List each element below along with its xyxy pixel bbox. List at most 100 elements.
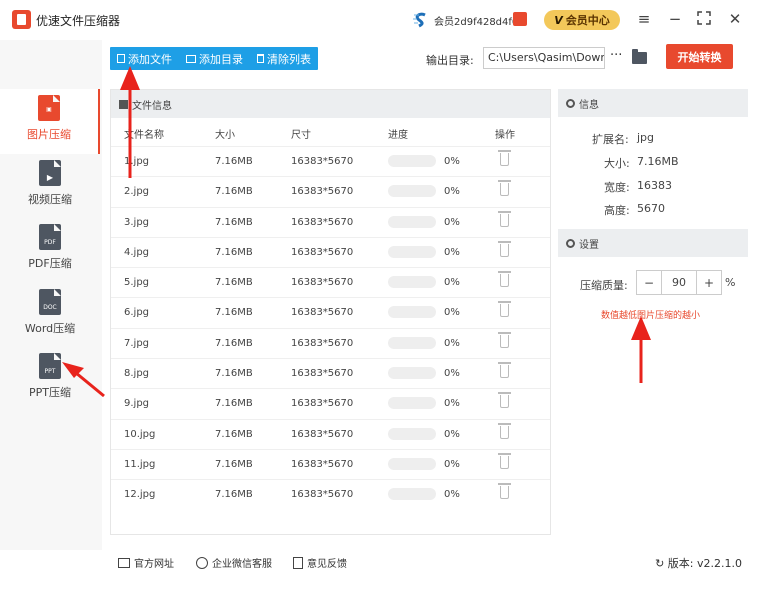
minimize-icon[interactable]: − (665, 9, 685, 29)
delete-icon[interactable] (498, 331, 511, 348)
progress-text: 0% (444, 307, 460, 319)
file-name: 8.jpg (124, 368, 150, 380)
quality-hint: 数值越低图片压缩的越小 (601, 311, 701, 321)
delete-icon[interactable] (498, 150, 511, 166)
pdf-doc-icon: PDF (39, 224, 61, 250)
table-header: 文件名称 大小 尺寸 进度 操作 (111, 118, 550, 146)
info-panel: 信息 扩展名: jpg 大小: 7.16MB 宽度: 16383 高度: 567… (558, 89, 748, 535)
table-row[interactable]: 12.jpg 7.16MB 16383*5670 0% (111, 479, 550, 509)
toolbar: 添加文件 添加目录 清除列表 输出目录: C:\Users\Qasim\Down… (108, 40, 748, 76)
progress-bar (388, 457, 436, 470)
table-row[interactable]: 8.jpg 7.16MB 16383*5670 0% (111, 358, 550, 388)
sidebar-item-image[interactable]: ▣ 图片压缩 (0, 89, 100, 154)
table-row[interactable]: 1.jpg 7.16MB 16383*5670 0% (111, 146, 550, 176)
version-info[interactable]: ↻ 版本: v2.2.1.0 (655, 555, 742, 571)
file-size: 7.16MB (215, 246, 253, 258)
info-title: 信息 (579, 99, 599, 111)
table-row[interactable]: 2.jpg 7.16MB 16383*5670 0% (111, 176, 550, 206)
feedback-link[interactable]: 意见反馈 (293, 555, 347, 570)
progress-text: 0% (444, 337, 460, 349)
info-header: 信息 (558, 89, 748, 117)
settings-header: 设置 (558, 229, 748, 257)
website-label: 官方网址 (134, 559, 174, 570)
clear-list-button[interactable]: 清除列表 (250, 47, 318, 70)
start-convert-button[interactable]: 开始转换 (666, 44, 733, 69)
progress-text: 0% (444, 458, 460, 470)
wechat-support-link[interactable]: 企业微信客服 (196, 555, 272, 570)
open-folder-icon[interactable] (632, 49, 647, 64)
file-dim: 16383*5670 (291, 246, 354, 258)
sidebar-item-label: 图片压缩 (27, 128, 71, 141)
clear-list-label: 清除列表 (267, 52, 311, 66)
progress-text: 0% (444, 428, 460, 440)
delete-icon[interactable] (498, 240, 511, 257)
col-dim: 尺寸 (291, 130, 311, 141)
ext-value: jpg (637, 131, 655, 144)
progress-bar (388, 427, 436, 440)
file-name: 3.jpg (124, 216, 150, 228)
table-row[interactable]: 6.jpg 7.16MB 16383*5670 0% (111, 297, 550, 327)
vip-center-button[interactable]: V 会员中心 (544, 10, 620, 30)
table-row[interactable]: 11.jpg 7.16MB 16383*5670 0% (111, 448, 550, 479)
app-title: 优速文件压缩器 (36, 14, 121, 28)
delete-icon[interactable] (498, 422, 511, 439)
more-options-button[interactable]: ··· (610, 48, 622, 63)
folder-outline-icon (186, 54, 196, 63)
member-id[interactable]: 会员2d9f428d4f0b (434, 13, 525, 28)
delete-icon[interactable] (498, 301, 511, 318)
delete-icon[interactable] (498, 180, 511, 197)
quality-decrement-button[interactable]: − (637, 271, 661, 294)
table-row[interactable]: 4.jpg 7.16MB 16383*5670 0% (111, 236, 550, 267)
progress-text: 0% (444, 489, 460, 501)
size-label: 大小: (604, 157, 630, 170)
file-actions-group: 添加文件 添加目录 清除列表 (110, 47, 318, 70)
quality-increment-button[interactable]: + (697, 271, 721, 294)
progress-bar (388, 185, 436, 198)
table-row[interactable]: 5.jpg 7.16MB 16383*5670 0% (111, 267, 550, 297)
table-row[interactable]: 3.jpg 7.16MB 16383*5670 0% (111, 206, 550, 237)
progress-text: 0% (444, 156, 460, 167)
www-icon (118, 557, 130, 568)
sidebar-item-video[interactable]: ▶ 视频压缩 (0, 154, 100, 219)
table-row[interactable]: 9.jpg 7.16MB 16383*5670 0% (111, 388, 550, 418)
file-name: 5.jpg (124, 277, 150, 289)
delete-icon[interactable] (498, 452, 511, 469)
sidebar-item-label: PPT压缩 (29, 386, 71, 399)
gear-icon (566, 98, 575, 108)
table-row[interactable]: 10.jpg 7.16MB 16383*5670 0% (111, 418, 550, 449)
delete-icon[interactable] (498, 392, 511, 409)
trash-icon (257, 54, 264, 63)
add-file-button[interactable]: 添加文件 (110, 47, 179, 70)
sidebar-item-word[interactable]: DOC Word压缩 (0, 283, 100, 348)
output-dir-field[interactable]: C:\Users\Qasim\Downlo (483, 47, 605, 69)
delete-icon[interactable] (498, 271, 511, 288)
file-size: 7.16MB (215, 216, 253, 228)
menu-icon[interactable]: ≡ (634, 9, 654, 29)
file-name: 7.jpg (124, 337, 150, 349)
delete-icon[interactable] (498, 483, 511, 500)
sidebar-item-label: Word压缩 (24, 322, 76, 335)
add-dir-label: 添加目录 (199, 52, 243, 66)
delete-icon[interactable] (498, 210, 511, 227)
settings-title: 设置 (579, 239, 599, 251)
file-name: 12.jpg (124, 489, 156, 501)
sidebar-item-ppt[interactable]: PPT PPT压缩 (0, 347, 100, 412)
progress-text: 0% (444, 186, 460, 198)
ext-label: 扩展名: (592, 133, 629, 146)
quality-input[interactable]: 90 (661, 271, 697, 294)
maximize-icon[interactable] (697, 11, 711, 25)
table-row[interactable]: 7.jpg 7.16MB 16383*5670 0% (111, 327, 550, 358)
add-dir-button[interactable]: 添加目录 (179, 47, 250, 70)
file-name: 4.jpg (124, 246, 150, 258)
sidebar-item-label: 视频压缩 (28, 193, 72, 206)
close-icon[interactable]: ✕ (725, 9, 745, 29)
website-link[interactable]: 官方网址 (118, 555, 174, 570)
output-dir-label: 输出目录: (426, 54, 474, 67)
file-name: 10.jpg (124, 428, 156, 440)
delete-icon[interactable] (498, 362, 511, 379)
file-icon (117, 54, 125, 63)
sidebar-item-pdf[interactable]: PDF PDF压缩 (0, 218, 100, 283)
file-size: 7.16MB (215, 186, 253, 198)
title-bar: 优速文件压缩器 会员2d9f428d4f0b V 会员中心 ≡ − ✕ (0, 0, 779, 40)
quality-label: 压缩质量: (580, 279, 628, 292)
